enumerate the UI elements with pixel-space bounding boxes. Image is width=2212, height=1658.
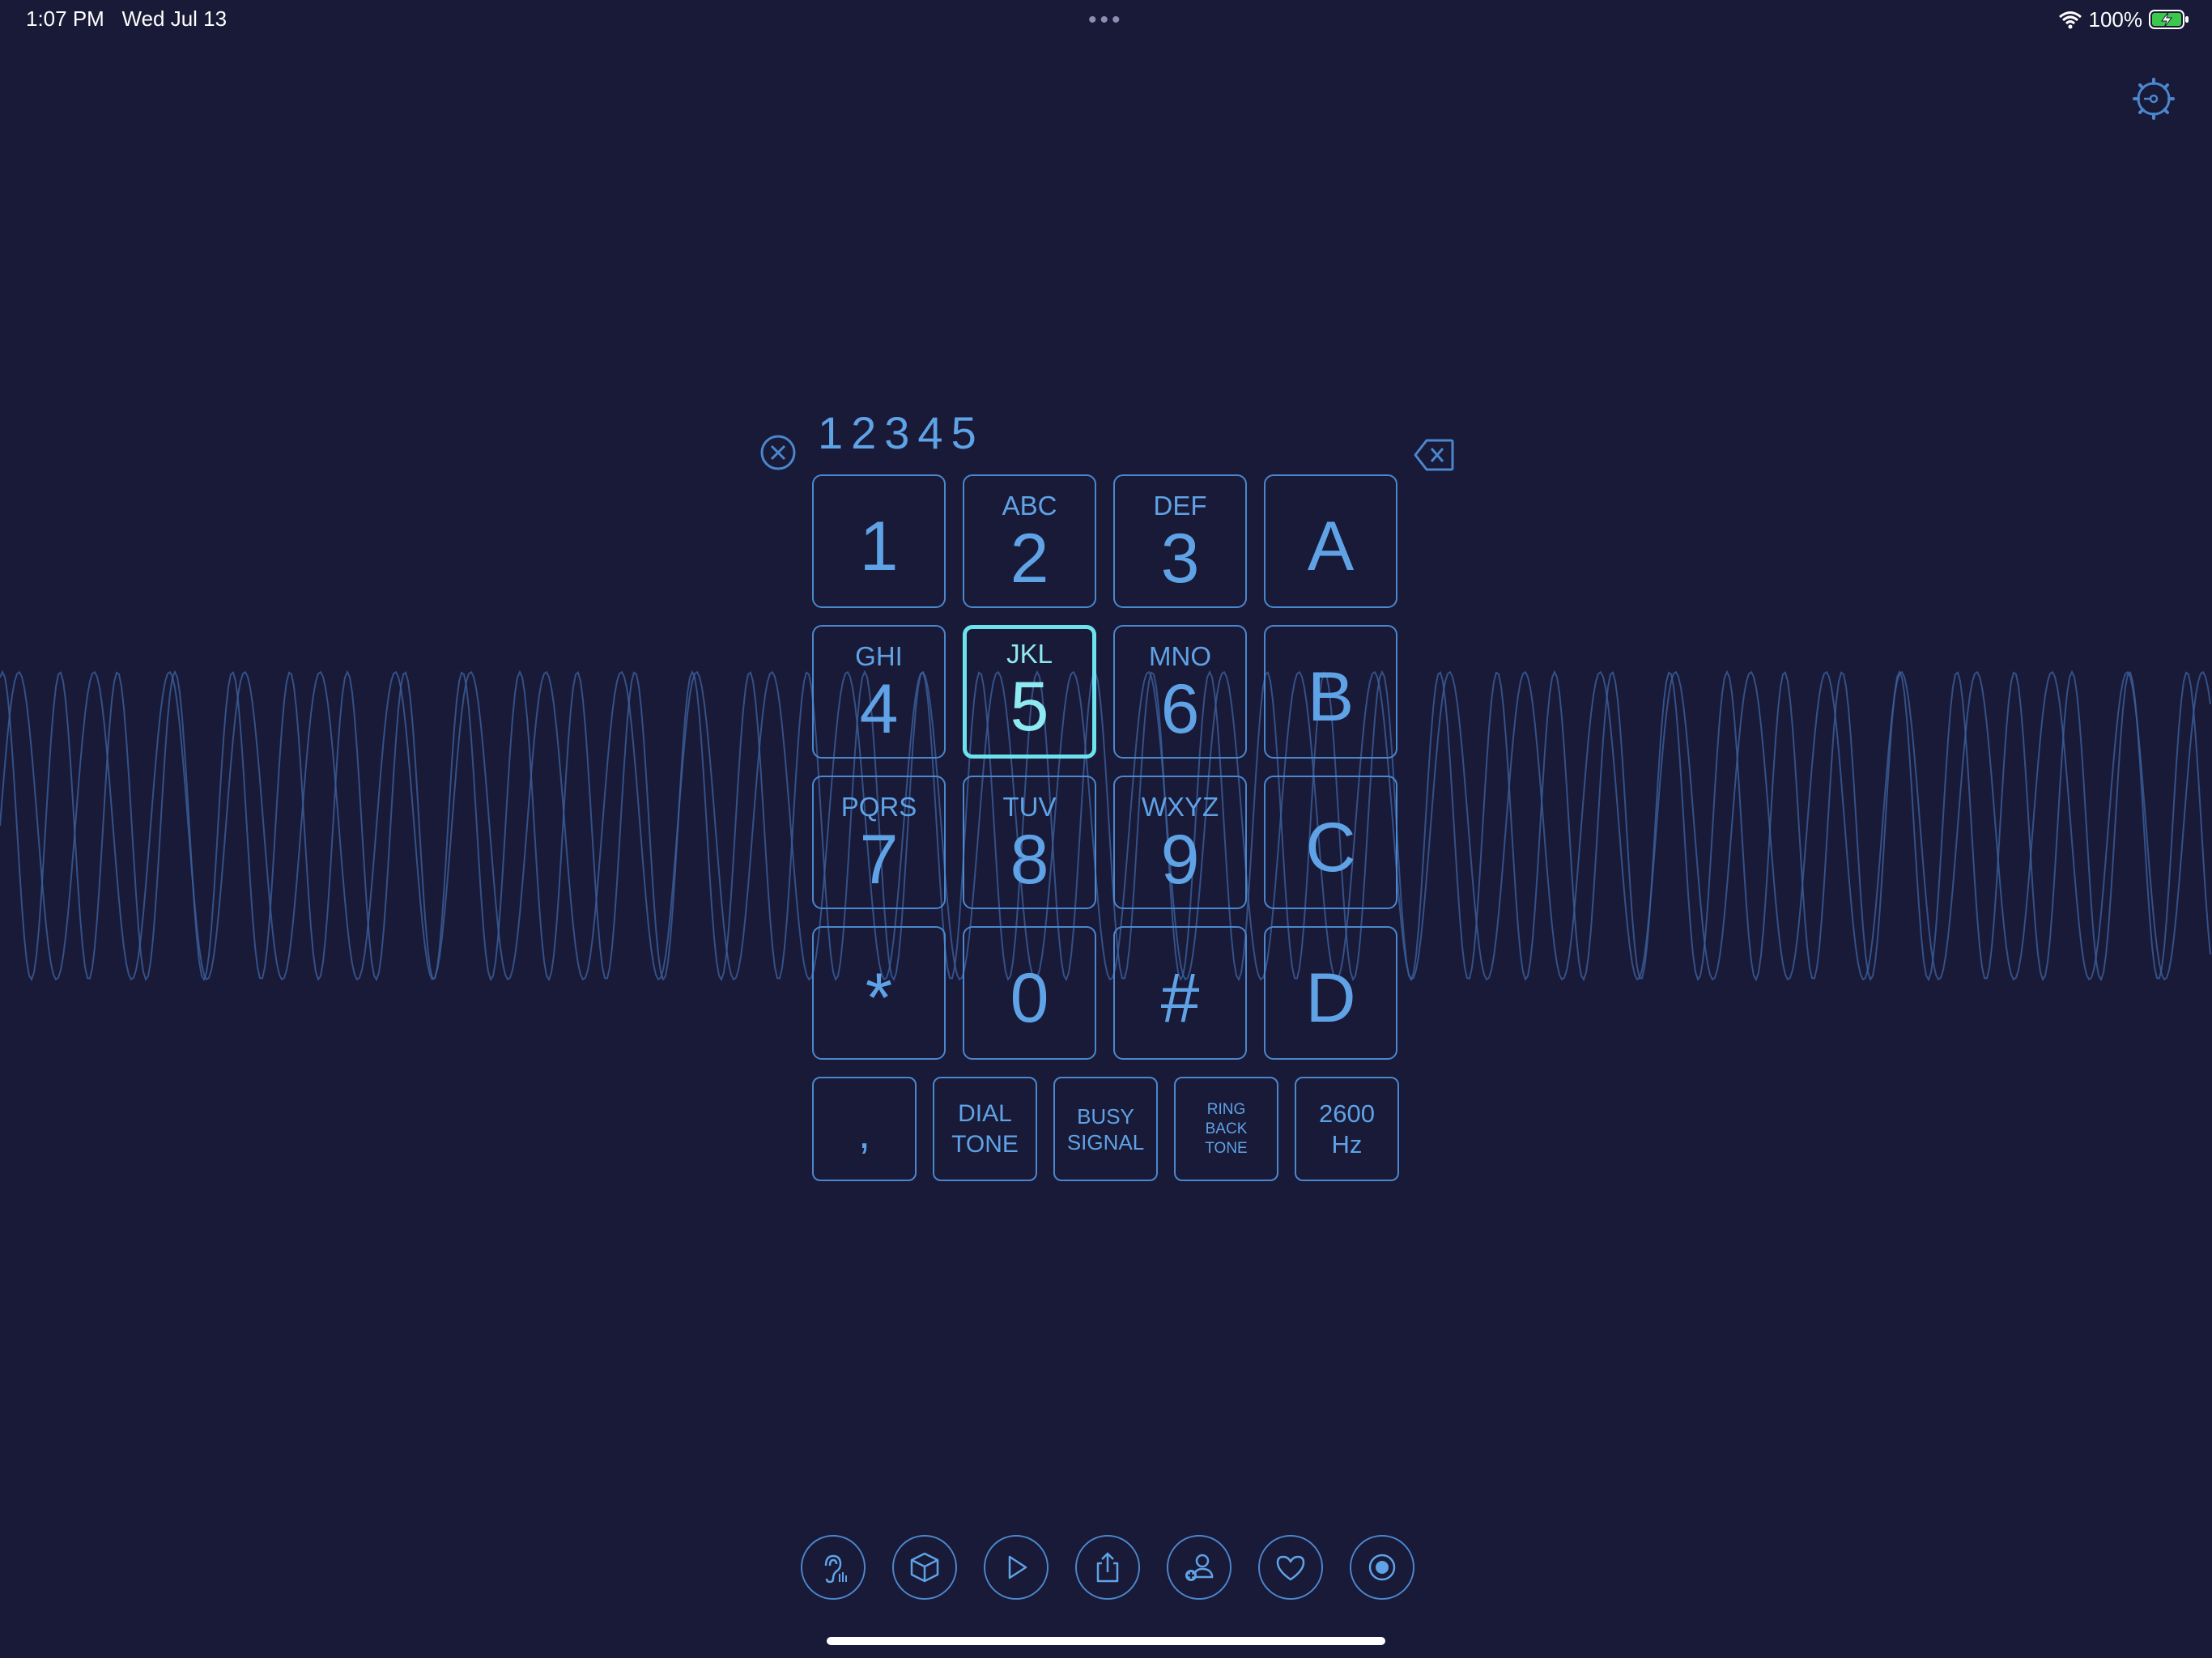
key-digit: C (1305, 808, 1356, 886)
add-contact-icon (1185, 1554, 1214, 1581)
multitasking-dots[interactable]: ••• (1088, 6, 1124, 34)
wifi-icon (2058, 11, 2082, 29)
clear-circle-x-icon (760, 435, 796, 470)
key-pound[interactable]: # (1113, 926, 1247, 1060)
key-digit: 0 (1010, 959, 1049, 1037)
keypad-row: GHI 4 JKL 5 MNO 6 B (812, 625, 1399, 759)
2600-hz-button[interactable]: 2600 Hz (1295, 1077, 1399, 1181)
key-5[interactable]: JKL 5 (963, 625, 1096, 759)
settings-button[interactable] (2133, 78, 2175, 120)
add-contact-button[interactable] (1167, 1535, 1231, 1600)
busy-signal-button[interactable]: BUSY SIGNAL (1053, 1077, 1158, 1181)
key-digit: B (1307, 657, 1355, 736)
backspace-icon (1414, 439, 1454, 471)
home-indicator[interactable] (827, 1637, 1385, 1645)
settings-gear-icon (2133, 78, 2175, 120)
key-1[interactable]: 1 (812, 474, 946, 608)
key-3[interactable]: DEF 3 (1113, 474, 1247, 608)
key-letters: WXYZ (1141, 792, 1219, 822)
record-icon (1368, 1554, 1396, 1581)
key-7[interactable]: PQRS 7 (812, 776, 946, 909)
key-digit: 3 (1160, 520, 1200, 597)
record-button[interactable] (1350, 1535, 1414, 1600)
key-letters: MNO (1149, 641, 1211, 671)
tone-label: RING BACK TONE (1205, 1100, 1248, 1157)
hearing-button[interactable] (801, 1535, 866, 1600)
key-digit: 7 (859, 821, 899, 899)
tone-row: , DIAL TONE BUSY SIGNAL RING BACK TONE 2… (812, 1077, 1399, 1181)
key-6[interactable]: MNO 6 (1113, 625, 1247, 759)
key-8[interactable]: TUV 8 (963, 776, 1096, 909)
key-letters: JKL (1006, 639, 1053, 669)
hearing-accessibility-icon (824, 1554, 847, 1584)
status-bar: 1:07 PM Wed Jul 13 ••• 100% (0, 0, 2212, 40)
key-digit: 8 (1010, 821, 1049, 899)
cube-icon (910, 1552, 939, 1583)
status-time: 1:07 PM Wed Jul 13 (26, 6, 228, 31)
keypad-row: * 0 # D (812, 926, 1399, 1060)
bottom-toolbar (801, 1535, 1414, 1600)
tone-label: DIAL TONE (951, 1099, 1019, 1158)
clear-entry-button[interactable] (759, 434, 797, 471)
cube-button[interactable] (892, 1535, 957, 1600)
share-icon (1096, 1552, 1119, 1583)
dial-tone-button[interactable]: DIAL TONE (933, 1077, 1037, 1181)
key-digit: 1 (859, 507, 899, 585)
key-letters: GHI (855, 641, 903, 671)
key-letters: PQRS (840, 792, 917, 822)
key-digit: # (1160, 959, 1200, 1037)
key-letters: DEF (1153, 491, 1207, 521)
play-button[interactable] (984, 1535, 1049, 1600)
key-4[interactable]: GHI 4 (812, 625, 946, 759)
key-letters: TUV (1002, 792, 1057, 822)
keypad-row: 1 ABC 2 DEF 3 A (812, 474, 1399, 608)
heart-icon (1276, 1555, 1305, 1581)
key-letters: ABC (1002, 491, 1057, 521)
key-digit: 4 (859, 670, 899, 748)
pause-comma-button[interactable]: , (812, 1077, 917, 1181)
backspace-button[interactable] (1414, 437, 1454, 473)
key-digit: 9 (1160, 821, 1200, 899)
tone-label: , (857, 1108, 870, 1158)
play-icon (1008, 1555, 1027, 1579)
battery-percent: 100% (2088, 6, 2143, 32)
key-digit: * (865, 959, 893, 1037)
key-a[interactable]: A (1264, 474, 1397, 608)
tone-label: 2600 Hz (1319, 1099, 1375, 1158)
key-digit: A (1307, 507, 1355, 585)
key-digit: 2 (1010, 520, 1049, 597)
key-9[interactable]: WXYZ 9 (1113, 776, 1247, 909)
share-button[interactable] (1075, 1535, 1140, 1600)
battery-charging-icon (2149, 10, 2189, 29)
key-0[interactable]: 0 (963, 926, 1096, 1060)
ring-back-tone-button[interactable]: RING BACK TONE (1174, 1077, 1278, 1181)
dialed-number-display: 12345 (818, 407, 985, 458)
dtmf-keypad: 1 ABC 2 DEF 3 A GHI 4 JKL 5 MNO 6 B PQRS 7 TUV… (812, 474, 1399, 1181)
key-c[interactable]: C (1264, 776, 1397, 909)
key-digit: 5 (1010, 668, 1049, 746)
status-indicators: 100% (2058, 5, 2190, 34)
key-digit: 6 (1160, 670, 1200, 748)
key-d[interactable]: D (1264, 926, 1397, 1060)
favorite-button[interactable] (1258, 1535, 1323, 1600)
key-2[interactable]: ABC 2 (963, 474, 1096, 608)
key-star[interactable]: * (812, 926, 946, 1060)
tone-label: BUSY SIGNAL (1066, 1103, 1145, 1154)
key-digit: D (1305, 959, 1356, 1037)
key-b[interactable]: B (1264, 625, 1397, 759)
keypad-row: PQRS 7 TUV 8 WXYZ 9 C (812, 776, 1399, 909)
